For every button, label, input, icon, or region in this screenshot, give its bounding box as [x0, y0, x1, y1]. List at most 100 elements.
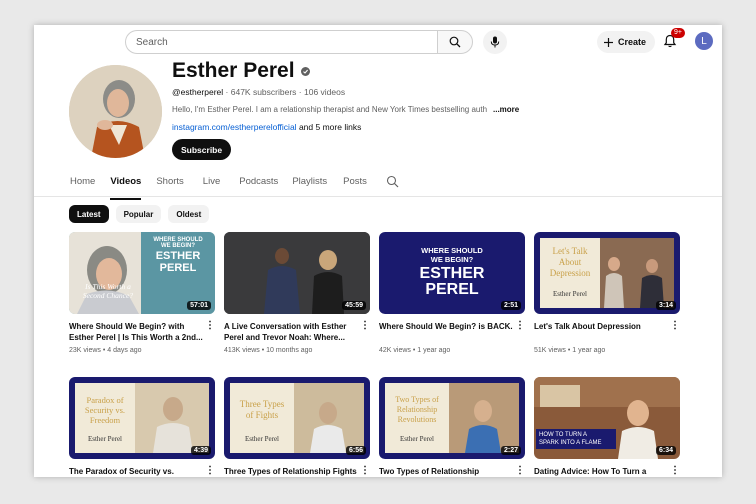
video-title[interactable]: Three Types of Relationship Fights [224, 466, 358, 477]
thumb-text: Esther Perel [399, 435, 434, 443]
tab-podcasts[interactable]: Podcasts [239, 176, 278, 194]
channel-description: Hello, I'm Esther Perel. I am a relation… [172, 105, 488, 114]
account-avatar[interactable]: L [695, 32, 713, 50]
video-title[interactable]: Dating Advice: How To Turn a Spark [534, 466, 668, 477]
tab-shorts[interactable]: Shorts [156, 176, 183, 194]
create-label: Create [618, 37, 647, 47]
chip-popular[interactable]: Popular [115, 205, 162, 223]
video-meta: 413K views • 10 months ago [224, 347, 313, 354]
more-options-icon[interactable]: ⋮ [670, 321, 680, 331]
more-options-icon[interactable]: ⋮ [360, 466, 370, 476]
search-icon [449, 36, 461, 48]
tab-videos[interactable]: Videos [110, 176, 141, 200]
channel-meta: @estherperel · 647K subscribers · 106 vi… [172, 87, 345, 97]
video-card[interactable]: Paradox of Security vs. Freedom Esther Per… [69, 377, 215, 477]
thumb-text: Esther Perel [244, 435, 279, 443]
video-thumbnail[interactable]: Let's Talk About Depression Esther Perel 3… [534, 232, 680, 314]
video-duration: 45:59 [342, 301, 366, 310]
channel-avatar[interactable] [69, 65, 162, 158]
video-thumbnail[interactable]: Paradox of Security vs. Freedom Esther Per… [69, 377, 215, 459]
thumb-text: Three Types of Fights [239, 399, 285, 420]
voice-search-button[interactable] [483, 30, 507, 54]
search-button[interactable] [437, 30, 473, 54]
channel-name: Esther Perel [172, 59, 295, 82]
video-thumbnail[interactable]: Three Types of Fights Esther Perel 6:56 [224, 377, 370, 459]
channel-avatar-image [69, 65, 162, 158]
channel-search-icon[interactable] [386, 175, 399, 188]
notification-badge: 9+ [671, 28, 685, 38]
more-options-icon[interactable]: ⋮ [205, 466, 215, 476]
video-title[interactable]: Two Types of Relationship [379, 466, 513, 477]
video-thumbnail[interactable]: HOW TO TURN A SPARK INTO A FLAME 6:34 [534, 377, 680, 459]
subscribe-button[interactable]: Subscribe [172, 139, 232, 160]
video-thumbnail[interactable]: WHERE SHOULD WE BEGIN? ESTHER PEREL Is Thi… [69, 232, 215, 314]
tab-posts[interactable]: Posts [343, 176, 367, 194]
thumb-text: Paradox of Security vs. Freedom [84, 395, 126, 425]
video-duration: 4:39 [190, 446, 211, 455]
video-thumbnail[interactable]: WHERE SHOULD WE BEGIN? ESTHER PEREL 2:51 [379, 232, 525, 314]
video-title[interactable]: The Paradox of Security vs. [69, 466, 203, 477]
video-title[interactable]: A Live Conversation with Esther Perel an… [224, 321, 358, 343]
channel-title: Esther Perel [172, 59, 310, 83]
channel-handle: @estherperel [172, 87, 224, 97]
more-options-icon[interactable]: ⋮ [515, 466, 525, 476]
thumb-text: Esther Perel [552, 290, 587, 298]
thumb-text: ESTHER PEREL [155, 250, 201, 274]
video-card[interactable]: 45:59 A Live Conversation with Esther Pe… [224, 232, 370, 354]
thumb-text: Two Types of Relationship Revolutions [395, 395, 439, 424]
video-meta: 51K views • 1 year ago [534, 347, 606, 354]
thumb-text: WHERE SHOULD WE BEGIN? [153, 237, 203, 249]
search-bar: Search [125, 30, 473, 54]
more-links[interactable]: and 5 more links [299, 122, 361, 132]
video-duration: 3:14 [655, 301, 676, 310]
thumb-text: WHERE SHOULD WE BEGIN? [421, 246, 483, 264]
thumb-text: Esther Perel [87, 435, 122, 443]
subscriber-count: 647K subscribers [230, 87, 297, 97]
more-options-icon[interactable]: ⋮ [360, 321, 370, 331]
create-button[interactable]: Create [597, 31, 656, 53]
more-options-icon[interactable]: ⋮ [205, 321, 215, 331]
video-thumbnail[interactable]: 45:59 [224, 232, 370, 314]
video-duration: 57:01 [187, 301, 211, 310]
thumb-text: ESTHER PEREL [419, 265, 485, 298]
thumb-text: Let's Talk About Depression [549, 246, 591, 278]
video-duration: 6:56 [345, 446, 366, 455]
video-card[interactable]: HOW TO TURN A SPARK INTO A FLAME 6:34 Dat… [534, 377, 680, 477]
video-card[interactable]: WHERE SHOULD WE BEGIN? ESTHER PEREL Is Thi… [69, 232, 215, 354]
video-title[interactable]: Let's Talk About Depression [534, 321, 668, 343]
account-initial: L [701, 35, 707, 47]
more-options-icon[interactable]: ⋮ [670, 466, 680, 476]
channel-tabs: Home Videos Shorts Live Podcasts Playlis… [70, 176, 367, 200]
video-card[interactable]: Two Types of Relationship Revolutions Esth… [379, 377, 525, 477]
video-duration: 6:34 [655, 446, 676, 455]
more-options-icon[interactable]: ⋮ [515, 321, 525, 331]
video-meta: 42K views • 1 year ago [379, 347, 451, 354]
channel-links: instagram.com/estherperelofficial and 5 … [172, 122, 361, 132]
search-input[interactable]: Search [125, 30, 437, 54]
tab-live[interactable]: Live [203, 176, 220, 194]
video-card[interactable]: Three Types of Fights Esther Perel 6:56 T… [224, 377, 370, 477]
description-more-link[interactable]: ...more [493, 105, 519, 114]
sort-chips: Latest Popular Oldest [69, 205, 210, 223]
video-count: 106 videos [303, 87, 346, 97]
tabs-divider [34, 196, 722, 197]
microphone-icon [490, 36, 500, 48]
thumb-text: Is This Worth a Second Chance? [82, 282, 134, 300]
video-thumbnail[interactable]: Two Types of Relationship Revolutions Esth… [379, 377, 525, 459]
plus-icon [604, 37, 613, 47]
tab-home[interactable]: Home [70, 176, 95, 194]
chip-latest[interactable]: Latest [69, 205, 109, 223]
instagram-link[interactable]: instagram.com/estherperelofficial [172, 122, 297, 132]
youtube-window: Search Create 9+ L Esther Perel @estherp… [34, 25, 722, 477]
tab-playlists[interactable]: Playlists [292, 176, 327, 194]
video-card[interactable]: WHERE SHOULD WE BEGIN? ESTHER PEREL 2:51 W… [379, 232, 525, 354]
chip-oldest[interactable]: Oldest [168, 205, 210, 223]
thumb-text: HOW TO TURN A SPARK INTO A FLAME [536, 429, 616, 449]
video-title[interactable]: Where Should We Begin? is BACK. [379, 321, 513, 343]
video-duration: 2:51 [500, 301, 521, 310]
video-title[interactable]: Where Should We Begin? with Esther Perel… [69, 321, 203, 343]
video-card[interactable]: Let's Talk About Depression Esther Perel 3… [534, 232, 680, 354]
video-duration: 2:27 [500, 446, 521, 455]
video-meta: 23K views • 4 days ago [69, 347, 142, 354]
verified-icon [300, 66, 310, 76]
